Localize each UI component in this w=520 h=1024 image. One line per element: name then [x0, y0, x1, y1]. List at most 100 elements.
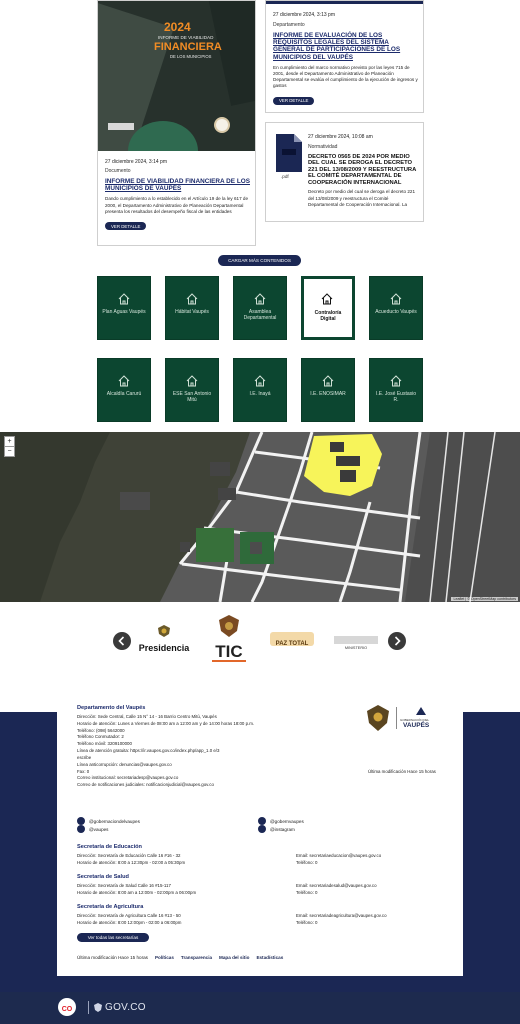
card-title-link[interactable]: INFORME DE VIABILIDAD FINANCIERA DE LOS …	[105, 178, 251, 192]
pdf-file-icon	[274, 133, 304, 173]
card-date: 27 diciembre 2024, 10:08 am	[308, 134, 373, 140]
card-type: Normatividad	[308, 144, 338, 150]
cover-line2: FINANCIERA	[154, 41, 222, 53]
presidencia-label: Presidencia	[138, 643, 190, 653]
map-canvas[interactable]	[0, 432, 520, 602]
secretaria-address: Dirección: Secretaría de Educación Calle…	[77, 853, 181, 858]
view-detail-button[interactable]: VER DETALLE	[105, 222, 147, 231]
building-icon	[254, 375, 266, 387]
instagram-icon	[258, 825, 266, 833]
secretaria-address: Dirección: Secretaría de Agricultura Cal…	[77, 913, 181, 918]
secretaria-title: Secretaría de Educación	[77, 844, 142, 850]
secretaria-hours: Horario de atención: 8:00 am a 12:00m - …	[77, 890, 197, 895]
secretaria-address: Dirección: Secretaría de Salud Calle 16 …	[77, 883, 171, 888]
tile-label: ESE San Antonio Mitú	[172, 391, 212, 403]
ministerio-label: MINISTERIO	[344, 646, 368, 650]
social-x[interactable]: @gobernvaupes	[258, 817, 304, 825]
load-more-button[interactable]: CARGAR MÁS CONTENIDOS	[218, 255, 301, 266]
govco-bar: CO GOV.CO	[0, 992, 520, 1024]
paz-total-label: PAZ TOTAL	[275, 641, 309, 647]
card-date: 27 diciembre 2024, 3:14 pm	[105, 159, 167, 165]
tic-logo[interactable]: TIC	[212, 614, 246, 664]
chevron-left-icon	[118, 636, 125, 646]
secretaria-hours: Horario de atención: 8:00 a 12:30pm - 02…	[77, 860, 186, 865]
partner-tile[interactable]: Plan Aguas Vaupés	[97, 276, 151, 340]
building-icon	[321, 293, 333, 305]
logo-text: VAUPÉS	[403, 722, 430, 729]
tile-label: Asamblea Departamental	[243, 309, 277, 321]
govco-label[interactable]: GOV.CO	[105, 1002, 146, 1013]
footer-phone2: Teléfono Conmutador: 2	[77, 734, 124, 740]
file-extension-label: .pdf	[281, 174, 289, 179]
footer-fax: Fax: 0	[77, 768, 90, 774]
social-facebook[interactable]: @gobernaciondelvaupes	[77, 817, 140, 825]
secretaria-title: Secretaría de Salud	[77, 874, 129, 880]
footer-last-modified-right: Última modificación Hace 15 horas	[368, 769, 436, 774]
partner-tile[interactable]: I.E. Inayá	[233, 358, 287, 422]
carousel-prev-button[interactable]	[113, 632, 131, 650]
footer-link-transparencia[interactable]: Transparencia	[181, 955, 212, 960]
news-card-financiera: 2024 INFORME DE VIABILIDAD FINANCIERA DE…	[97, 0, 256, 246]
footer-link-politicas[interactable]: Políticas	[155, 955, 174, 960]
tile-label: Acueducto Vaupés	[375, 309, 417, 315]
footer-contact-block: Dirección: Sede Central, Calle 15 N° 14 …	[77, 714, 307, 789]
secretaria-phone: Teléfono: 0	[296, 920, 318, 925]
partner-tile[interactable]: Asamblea Departamental	[233, 276, 287, 340]
tile-label: I.E. José Eustasio R.	[375, 391, 417, 403]
carousel-next-button[interactable]	[388, 632, 406, 650]
map-container[interactable]: + − Leaflet | © OpenStreetMap contributo…	[0, 432, 520, 602]
footer-email-judicial[interactable]: Correo de notificaciones judiciales: not…	[77, 782, 307, 789]
partner-tile[interactable]: Hábitat Vaupés	[165, 276, 219, 340]
logo-carousel: Presidencia TIC PAZ TOTAL MINISTERIO	[0, 602, 520, 682]
building-icon	[390, 375, 402, 387]
secretaria-phone: Teléfono: 0	[296, 860, 318, 865]
gobernacion-emblem-icon	[416, 707, 426, 715]
partner-tile[interactable]: Alcaldía Carurú	[97, 358, 151, 422]
gobernacion-logo[interactable]: GOBERNACIÓN DEL VAUPÉS	[365, 704, 449, 734]
coat-of-arms-icon	[367, 705, 389, 731]
chevron-right-icon	[394, 636, 401, 646]
footer-link-mapa[interactable]: Mapa del sitio	[219, 955, 249, 960]
secretaria-email[interactable]: Email: secretariadeagricultura@vaupes.go…	[296, 913, 387, 920]
footer-panel: Departamento del Vaupés Dirección: Sede …	[57, 688, 463, 976]
secretaria-email[interactable]: Email: secretariaeducacion@vaupes.gov.co	[296, 853, 381, 860]
card-type: Documento	[105, 168, 131, 174]
ministerio-logo[interactable]: MINISTERIO	[334, 636, 378, 650]
card-title-link[interactable]: INFORME DE EVALUACIÓN DE LOS REQUISITOS …	[273, 32, 419, 61]
tile-label: Plan Aguas Vaupés	[102, 309, 146, 315]
card-type: Departamento	[273, 22, 305, 28]
building-icon	[186, 375, 198, 387]
secretaria-email[interactable]: Email: secretariadesalud@vaupes.gov.co	[296, 883, 377, 890]
footer-link-estadisticas[interactable]: Estadísticas	[256, 955, 283, 960]
partner-tile[interactable]: Acueducto Vaupés	[369, 276, 423, 340]
directory-button[interactable]: Ver todas las secretarías	[77, 933, 149, 942]
secretaria-phone: Teléfono: 0	[296, 890, 318, 895]
footer-anticorruption[interactable]: Línea anticorrupción: denuncias@vaupes.g…	[77, 762, 307, 769]
report-cover-image: 2024 INFORME DE VIABILIDAD FINANCIERA DE…	[98, 1, 255, 151]
co-logo[interactable]: CO	[58, 998, 76, 1016]
social-label: @gobernaciondelvaupes	[89, 818, 140, 824]
tile-label: Contraloría Digital	[314, 310, 342, 322]
social-instagram[interactable]: @instagram	[258, 825, 295, 833]
zoom-out-button[interactable]: −	[4, 446, 15, 457]
partner-tile[interactable]: ESE San Antonio Mitú	[165, 358, 219, 422]
cover-line1: INFORME DE VIABILIDAD	[158, 35, 214, 40]
footer-free-line[interactable]: Línea de atención gratuita: https://ir.v…	[77, 748, 307, 755]
map-attribution[interactable]: Leaflet | © OpenStreetMap contributors	[451, 597, 518, 601]
building-icon	[254, 293, 266, 305]
footer-email-institutional[interactable]: Correo institucional: secretariadesp@vau…	[77, 775, 307, 782]
social-youtube[interactable]: @vaupes	[77, 825, 108, 833]
paz-total-logo[interactable]: PAZ TOTAL	[270, 632, 314, 647]
partner-tile[interactable]: I.E. José Eustasio R.	[369, 358, 423, 422]
footer-last-modified: Última modificación Hace 15 horas	[77, 955, 148, 960]
partner-tile[interactable]: Contraloría Digital	[301, 276, 355, 340]
partner-tile[interactable]: I.E. ENOSIMAR	[301, 358, 355, 422]
co-label: CO	[61, 1006, 73, 1013]
youtube-icon	[77, 825, 85, 833]
secretaria-hours: Horario de atención: 8:00 12:00pm - 02:0…	[77, 920, 182, 925]
card-title-link[interactable]: DECRETO 0565 DE 2024 POR MEDIO DEL CUAL …	[308, 154, 419, 186]
card-date: 27 diciembre 2024, 3:13 pm	[273, 12, 335, 18]
presidencia-logo[interactable]: Presidencia	[137, 624, 191, 656]
view-detail-button[interactable]: VER DETALLE	[273, 96, 315, 105]
footer-phone1: Teléfono: (098) 5642000	[77, 727, 125, 733]
